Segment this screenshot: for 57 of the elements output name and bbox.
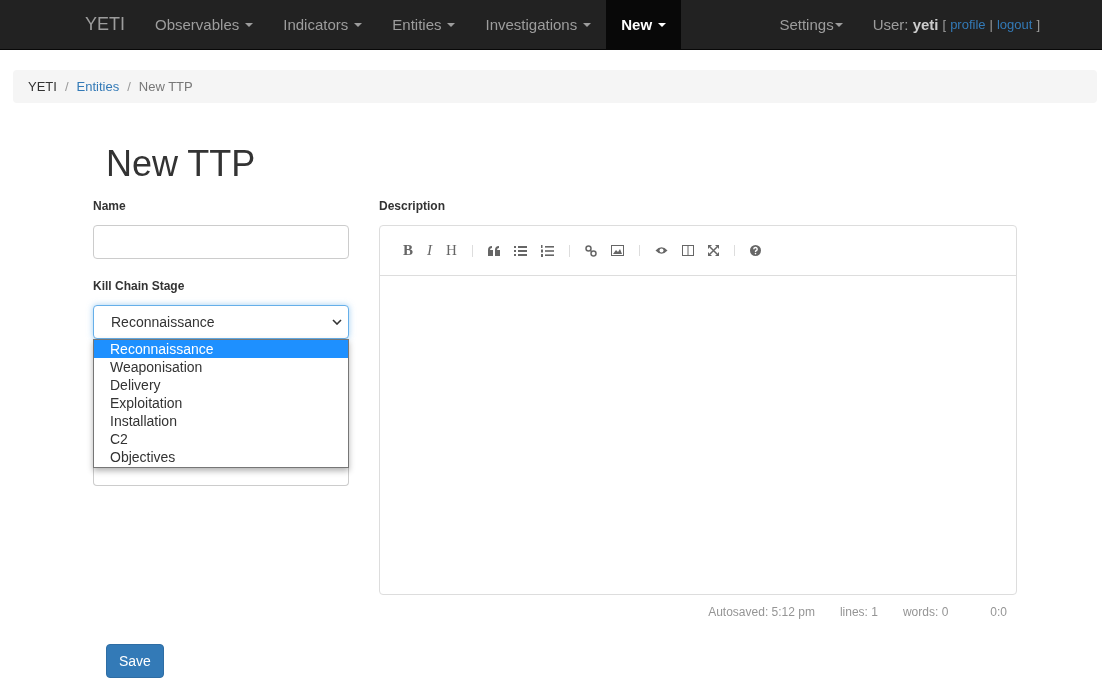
name-input[interactable] [93, 225, 349, 259]
bracket-text: ] [1036, 17, 1040, 32]
nav-menu[interactable]: Indicators [268, 0, 378, 49]
breadcrumb-link[interactable]: Entities [76, 79, 120, 94]
breadcrumb-item: YETI [28, 79, 57, 94]
numbered-list-icon[interactable] [540, 244, 554, 257]
user-label: User: yeti [872, 16, 939, 33]
status-text: 0:0 [990, 605, 1007, 619]
bold-button[interactable]: B [403, 242, 413, 259]
quote-icon[interactable] [487, 245, 500, 256]
caret-icon [658, 22, 667, 27]
brand-link[interactable]: YETI [70, 0, 140, 49]
nav-menu[interactable]: Entities [377, 0, 471, 49]
status-text: lines: 1 [839, 605, 878, 619]
input-field[interactable] [93, 465, 349, 486]
breadcrumb-separator: / [64, 79, 69, 94]
kill-chain-select[interactable]: Reconnaissance [93, 305, 349, 339]
caret-icon [354, 22, 363, 27]
caret-icon [834, 22, 843, 27]
expand-icon[interactable] [707, 245, 719, 256]
field-label: Description [379, 199, 446, 213]
link-icon[interactable] [584, 244, 597, 257]
caret-icon [245, 22, 254, 27]
caret-icon [447, 22, 456, 27]
dropdown-option[interactable]: Delivery [94, 376, 348, 394]
bullet-list-icon[interactable] [513, 245, 527, 256]
markdown-editor[interactable]: B I H [379, 225, 1017, 595]
image-icon[interactable] [610, 245, 624, 256]
separator-text: | [989, 17, 993, 32]
status-text: Autosaved: 5:12 pm [708, 605, 815, 619]
dropdown-option[interactable]: C2 [94, 430, 348, 448]
dropdown-option[interactable]: Exploitation [94, 394, 348, 412]
dropdown-option[interactable]: Weaponisation [94, 358, 348, 376]
bracket-text: [ [942, 17, 947, 32]
settings-menu[interactable]: Settings [764, 0, 858, 49]
columns-icon[interactable] [681, 245, 694, 256]
breadcrumb-separator: / [127, 79, 131, 94]
field-label: Kill Chain Stage [93, 279, 186, 293]
save-button[interactable]: Save [106, 644, 164, 678]
logout-link[interactable]: logout [996, 17, 1033, 32]
dropdown-option[interactable]: Objectives [94, 448, 348, 466]
field-label: Name [93, 199, 127, 213]
chevron-icon [332, 319, 342, 325]
help-icon[interactable] [749, 245, 761, 256]
eye-icon[interactable] [654, 246, 668, 255]
caret-icon [583, 22, 592, 27]
breadcrumb-current: New TTP [138, 79, 193, 94]
nav-menu[interactable]: Observables [140, 0, 269, 49]
nav-menu[interactable]: New [606, 0, 682, 49]
page-title: New TTP [106, 143, 257, 185]
profile-link[interactable]: profile [950, 17, 986, 32]
heading-button[interactable]: H [446, 242, 457, 259]
nav-menu[interactable]: Investigations [470, 0, 607, 49]
dropdown-option[interactable]: Reconnaissance [94, 340, 348, 358]
dropdown-option[interactable]: Installation [94, 412, 348, 430]
italic-button[interactable]: I [427, 242, 432, 259]
status-text: words: 0 [902, 605, 949, 619]
